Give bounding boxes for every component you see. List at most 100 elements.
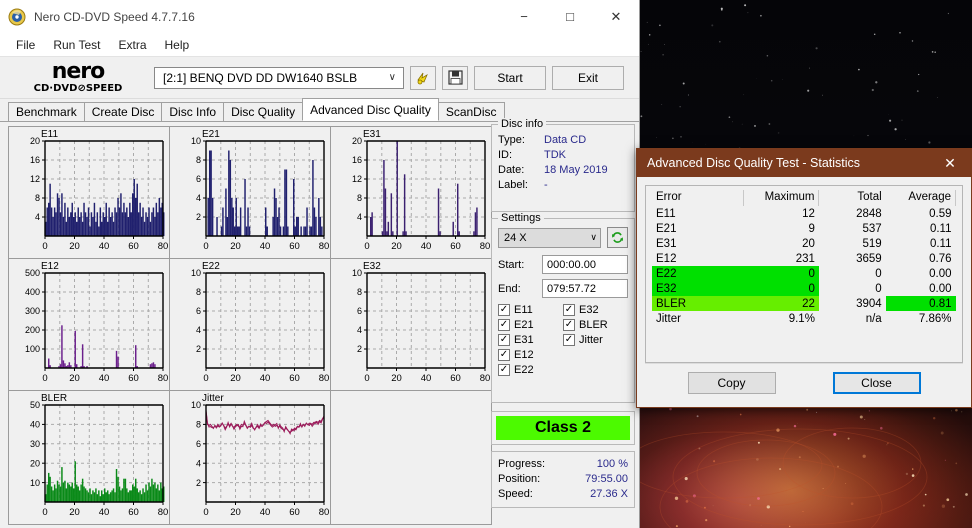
- disc-info-key-label: Label:: [498, 179, 528, 191]
- end-field-label: End:: [498, 282, 521, 295]
- chart-title: E11: [41, 129, 59, 140]
- speed-key: Speed:: [498, 488, 533, 500]
- exit-button[interactable]: Exit: [552, 65, 624, 90]
- svg-text:0: 0: [42, 241, 47, 252]
- svg-text:4: 4: [196, 193, 201, 203]
- speed-select-value: 24 X: [504, 231, 527, 244]
- svg-text:20: 20: [230, 507, 241, 518]
- dialog-titlebar: Advanced Disc Quality Test - Statistics …: [637, 149, 971, 177]
- disc-info-key-id: ID:: [498, 149, 513, 161]
- tab-benchmark[interactable]: Benchmark: [8, 102, 85, 121]
- disc-info-value-type: Data CD: [544, 134, 587, 146]
- start-button[interactable]: Start: [474, 65, 546, 90]
- menu-extra[interactable]: Extra: [110, 35, 154, 55]
- maximize-icon[interactable]: □: [547, 0, 593, 34]
- checkbox-label-e21: E21: [514, 319, 534, 331]
- refresh-button[interactable]: [607, 227, 628, 248]
- chart-title: Jitter: [202, 393, 224, 404]
- chart-title: E32: [363, 261, 381, 272]
- svg-text:20: 20: [69, 373, 80, 384]
- checkbox-bler[interactable]: ✓ BLER: [563, 319, 628, 331]
- tab-advanced-disc-quality[interactable]: Advanced Disc Quality: [302, 98, 439, 121]
- dialog-body: Error Maximum Total Average E11 12 2848 0.5…: [637, 177, 971, 402]
- svg-text:10: 10: [30, 478, 40, 488]
- checkbox-e12[interactable]: ✓ E12: [498, 349, 563, 361]
- svg-text:6: 6: [196, 306, 201, 316]
- chart-title: E21: [202, 129, 220, 140]
- menu-file[interactable]: File: [8, 35, 43, 55]
- tab-disc-info[interactable]: Disc Info: [161, 102, 225, 121]
- floppy-save-icon: [447, 70, 463, 85]
- cell-error: E11: [656, 207, 676, 220]
- error-checkbox-grid: ✓ E11 ✓ E32 ✓ E21 ✓ BLER ✓ E31 ✓ Jitter …: [498, 304, 628, 376]
- checkmark-icon: ✓: [563, 334, 575, 346]
- svg-text:60: 60: [289, 507, 300, 518]
- svg-text:8: 8: [196, 420, 201, 430]
- svg-text:60: 60: [289, 373, 300, 384]
- chart-plot: 2 4 6 8 10 0 20 40 60 80: [352, 268, 490, 384]
- menu-help[interactable]: Help: [157, 35, 198, 55]
- svg-text:10: 10: [352, 268, 362, 278]
- cell-average: 7.86%: [918, 312, 952, 325]
- end-input[interactable]: 079:57.72: [542, 279, 628, 298]
- svg-text:40: 40: [99, 373, 110, 384]
- close-button[interactable]: Close: [832, 372, 921, 394]
- cell-average: 0.76: [929, 252, 952, 265]
- disc-info-group: Disc info Type: Data CD ID: TDK Date: 18…: [491, 118, 635, 212]
- column-header-total: Total: [857, 191, 882, 203]
- checkmark-icon: ✓: [498, 319, 510, 331]
- nero-logo-word: nero: [51, 59, 106, 84]
- menu-run-test[interactable]: Run Test: [45, 35, 108, 55]
- tab-scandisc[interactable]: ScanDisc: [437, 102, 505, 121]
- save-icon-button[interactable]: [442, 65, 468, 90]
- svg-text:80: 80: [319, 507, 329, 518]
- checkbox-label-e12: E12: [514, 349, 534, 361]
- close-icon[interactable]: ✕: [929, 149, 971, 177]
- right-panel: Disc info Type: Data CD ID: TDK Date: 18…: [491, 118, 635, 524]
- cell-total: 2848: [856, 207, 882, 220]
- toolbar: nero CD·DVD⊘SPEED [2:1] BENQ DVD DD DW16…: [0, 57, 639, 99]
- checkbox-e22[interactable]: ✓ E22: [498, 364, 563, 376]
- cell-average: 0.00: [929, 267, 952, 280]
- svg-text:8: 8: [357, 287, 362, 297]
- svg-text:2: 2: [357, 344, 362, 354]
- cell-total: n/a: [865, 312, 882, 325]
- settings-group: Settings 24 X ∨ Start: 000:00.00 End: 07…: [491, 212, 635, 403]
- checkbox-spacer: [563, 349, 628, 361]
- checkbox-jitter[interactable]: ✓ Jitter: [563, 334, 628, 346]
- cell-maximum: 9.1%: [788, 312, 815, 325]
- svg-text:20: 20: [391, 241, 402, 252]
- drive-select-dropdown[interactable]: [2:1] BENQ DVD DD DW1640 BSLB ∨: [154, 66, 404, 89]
- nero-speed-icon: [417, 72, 428, 84]
- window-controls: − □ ✕: [501, 0, 639, 34]
- table-header-row: Error Maximum Total Average: [652, 190, 956, 206]
- checkbox-e32[interactable]: ✓ E32: [563, 304, 628, 316]
- chart-empty-slot: [330, 390, 492, 525]
- table-row: E12 231 3659 0.76: [652, 251, 956, 266]
- checkbox-spacer: [563, 364, 628, 376]
- nero-speed-icon-button[interactable]: [410, 65, 436, 90]
- svg-text:80: 80: [158, 241, 168, 252]
- svg-text:8: 8: [35, 193, 40, 203]
- checkbox-label-e32: E32: [579, 304, 599, 316]
- copy-button[interactable]: Copy: [687, 372, 776, 394]
- speed-select-dropdown[interactable]: 24 X ∨: [498, 227, 601, 248]
- cell-maximum: 9: [808, 222, 815, 235]
- close-icon[interactable]: ✕: [593, 0, 639, 34]
- svg-text:60: 60: [450, 373, 461, 384]
- svg-text:0: 0: [203, 373, 208, 384]
- cell-maximum: 231: [795, 252, 815, 265]
- start-input[interactable]: 000:00.00: [542, 255, 628, 274]
- disc-info-value-id: TDK: [544, 149, 566, 161]
- checkbox-e21[interactable]: ✓ E21: [498, 319, 563, 331]
- workspace: 4 8 12 16 20 0 20 40 60 80 E11 2 4 6 8 10 0 20 40 60 80 E21 …: [0, 118, 639, 528]
- tab-create-disc[interactable]: Create Disc: [83, 102, 163, 121]
- tab-disc-quality[interactable]: Disc Quality: [223, 102, 304, 121]
- checkbox-e11[interactable]: ✓ E11: [498, 304, 563, 316]
- svg-text:20: 20: [391, 373, 402, 384]
- table-row: E11 12 2848 0.59: [652, 206, 956, 221]
- table-row: E22 0 0 0.00: [652, 266, 956, 281]
- checkbox-e31[interactable]: ✓ E31: [498, 334, 563, 346]
- chevron-down-icon: ∨: [590, 232, 597, 242]
- minimize-icon[interactable]: −: [501, 0, 547, 34]
